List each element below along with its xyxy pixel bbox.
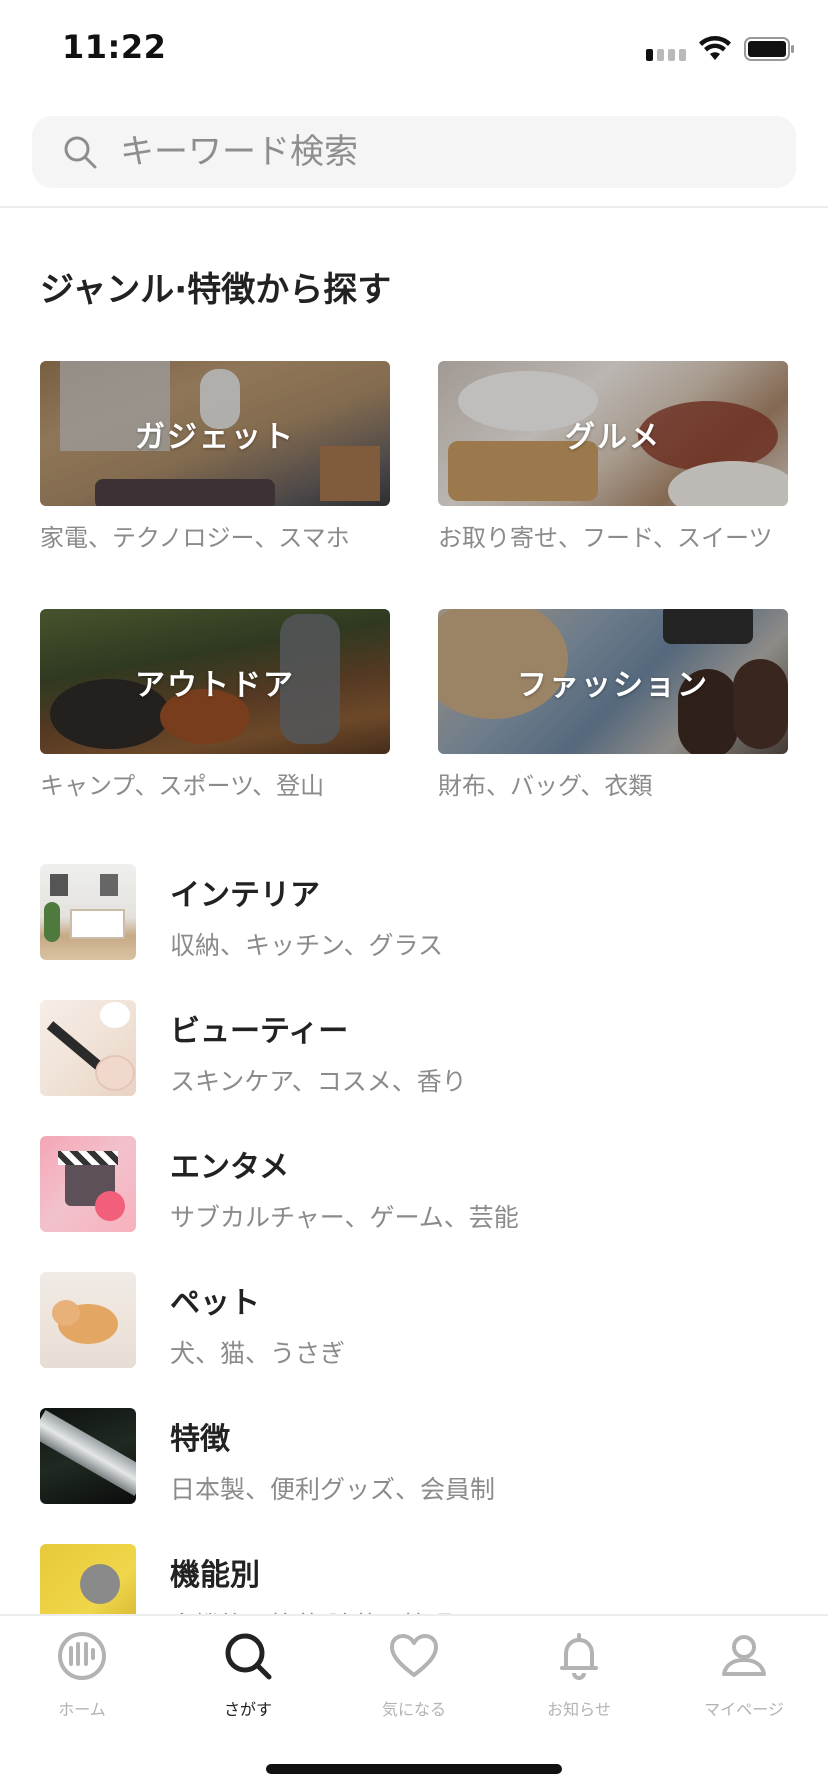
- person-icon: [722, 1635, 766, 1676]
- category-title: 機能別: [170, 1558, 260, 1593]
- status-icons: [646, 34, 796, 64]
- category-thumbnail: [40, 1136, 136, 1232]
- battery-icon: [744, 37, 794, 61]
- category-item-beauty[interactable]: ビューティー スキンケア、コスメ、香り: [40, 1000, 800, 1136]
- category-title: ペット: [170, 1286, 260, 1321]
- genre-card-gourmet[interactable]: グルメ お取り寄せ、フード、スイーツ: [438, 361, 788, 553]
- category-thumbnail: [40, 1408, 136, 1504]
- tab-label: ホーム: [58, 1700, 106, 1719]
- category-thumbnail: [40, 864, 136, 960]
- category-title: 特徴: [170, 1422, 230, 1457]
- tab-label: さがす: [223, 1700, 272, 1719]
- genre-label: グルメ: [565, 419, 661, 455]
- genre-image-fashion: ファッション: [438, 609, 788, 754]
- category-thumbnail: [40, 1272, 136, 1368]
- tab-favorites[interactable]: 気になる: [349, 1630, 479, 1720]
- tab-home[interactable]: ホーム: [17, 1630, 147, 1720]
- category-item-interior[interactable]: インテリア 収納、キッチン、グラス: [40, 864, 800, 1000]
- search-bar-container: [0, 100, 828, 208]
- genre-label: ガジェット: [135, 419, 295, 455]
- category-title: エンタメ: [170, 1150, 290, 1185]
- tab-mypage[interactable]: マイページ: [679, 1630, 809, 1720]
- cellular-signal-icon: [646, 37, 686, 61]
- search-box[interactable]: [32, 116, 796, 188]
- category-list: インテリア 収納、キッチン、グラス ビューティー スキンケア、コスメ、香り エン…: [40, 864, 800, 1680]
- tab-label: お知らせ: [547, 1700, 611, 1719]
- category-subtitle: スキンケア、コスメ、香り: [170, 1067, 467, 1096]
- genre-subtitle: 家電、テクノロジー、スマホ: [40, 524, 350, 552]
- genre-label: ファッション: [517, 667, 709, 703]
- section-title: ジャンル·特徴から探す: [40, 270, 392, 310]
- search-icon: [225, 1633, 272, 1680]
- tab-search[interactable]: さがす: [183, 1630, 313, 1720]
- genre-subtitle: 財布、バッグ、衣類: [438, 772, 653, 800]
- category-item-entertainment[interactable]: エンタメ サブカルチャー、ゲーム、芸能: [40, 1136, 800, 1272]
- tab-label: 気になる: [381, 1700, 446, 1719]
- search-icon: [64, 136, 97, 169]
- status-time: 11:22: [62, 28, 167, 66]
- genre-subtitle: お取り寄せ、フード、スイーツ: [438, 524, 773, 552]
- home-indicator: [266, 1764, 562, 1774]
- category-item-feature[interactable]: 特徴 日本製、便利グッズ、会員制: [40, 1408, 800, 1544]
- genre-image-gadget: ガジェット: [40, 361, 390, 506]
- category-subtitle: 犬、猫、うさぎ: [170, 1339, 346, 1368]
- wifi-icon: [699, 36, 731, 60]
- home-logo-icon: [58, 1632, 106, 1680]
- genre-subtitle: キャンプ、スポーツ、登山: [40, 772, 325, 800]
- search-input[interactable]: [120, 132, 740, 172]
- genre-card-fashion[interactable]: ファッション 財布、バッグ、衣類: [438, 609, 788, 801]
- tab-notifications[interactable]: お知らせ: [514, 1630, 644, 1720]
- genre-image-outdoor: アウトドア: [40, 609, 390, 754]
- bell-icon: [560, 1633, 598, 1680]
- category-subtitle: 日本製、便利グッズ、会員制: [170, 1475, 496, 1504]
- genre-label: アウトドア: [135, 667, 295, 703]
- category-subtitle: 収納、キッチン、グラス: [170, 931, 444, 960]
- category-title: インテリア: [170, 878, 320, 913]
- genre-card-outdoor[interactable]: アウトドア キャンプ、スポーツ、登山: [40, 609, 390, 801]
- category-thumbnail: [40, 1000, 136, 1096]
- category-item-pet[interactable]: ペット 犬、猫、うさぎ: [40, 1272, 800, 1408]
- genre-card-gadget[interactable]: ガジェット 家電、テクノロジー、スマホ: [40, 361, 390, 553]
- category-subtitle: サブカルチャー、ゲーム、芸能: [170, 1203, 519, 1232]
- tab-label: マイページ: [704, 1700, 784, 1719]
- heart-icon: [390, 1634, 438, 1677]
- category-title: ビューティー: [170, 1014, 349, 1049]
- genre-image-gourmet: グルメ: [438, 361, 788, 506]
- status-bar: 11:22: [0, 0, 828, 100]
